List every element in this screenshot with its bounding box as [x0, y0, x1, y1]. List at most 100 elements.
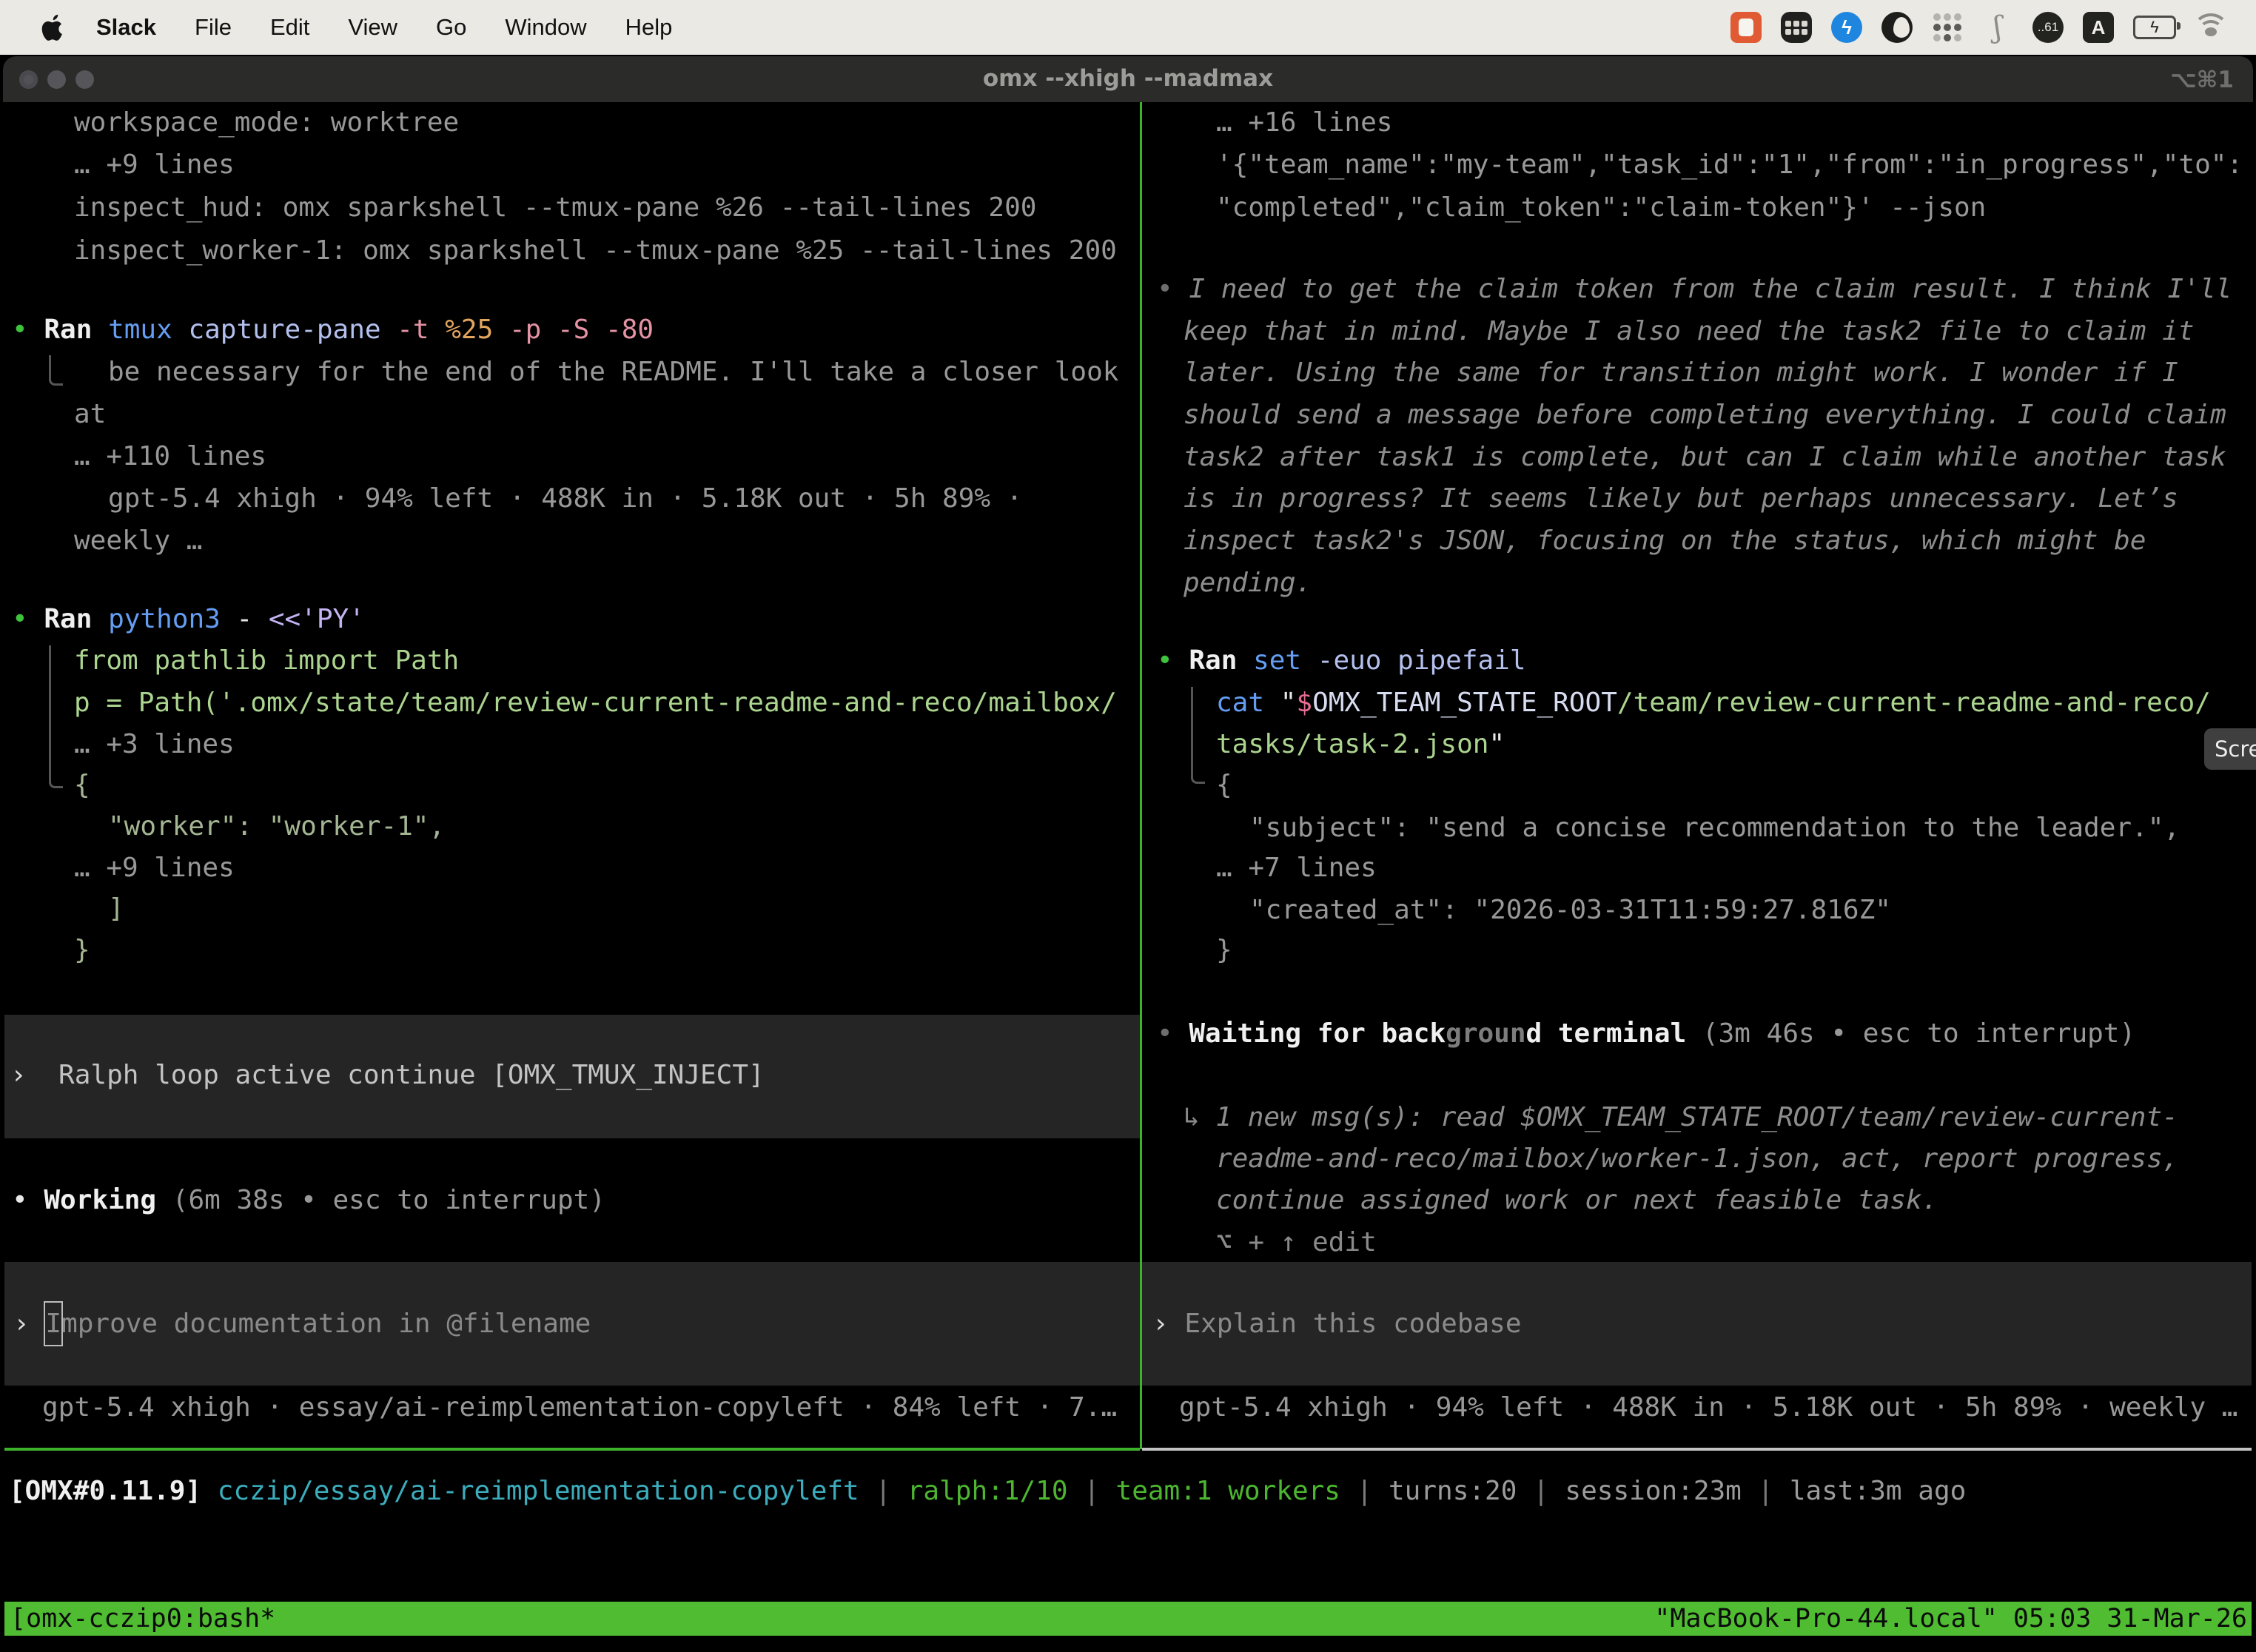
terminal-cursor: I [44, 1301, 63, 1346]
green-bullet-icon: • [12, 604, 28, 634]
left-cmd1-output: weekly … [74, 520, 202, 562]
right-cat-output: … +7 lines [1216, 847, 1377, 889]
tmux-host-clock: "MacBook-Pro-44.local" 05:03 31-Mar-26 [1654, 1602, 2247, 1636]
tmux-session-window[interactable]: [omx-cczip0:bash* [10, 1602, 275, 1636]
omx-version: [OMX#0.11.9] [9, 1476, 218, 1506]
left-pane-bottom-border [4, 1448, 1140, 1451]
left-cmd1-output: at [74, 393, 106, 435]
right-cat-output: "created_at": "2026-03-31T11:59:27.816Z" [1249, 889, 1891, 931]
right-cat-output: "subject": "send a concise recommendatio… [1249, 807, 2180, 849]
apple-menu-icon[interactable] [40, 13, 65, 42]
left-python-output: … +9 lines [74, 847, 235, 889]
left-python-more: … +3 lines [74, 723, 235, 765]
left-intro-line: workspace_mode: worktree [74, 101, 459, 144]
right-pane-bottom-border [1142, 1448, 2252, 1451]
window-title: omx --xhigh --madmax [3, 65, 2253, 92]
right-json-arg: '{"team_name":"my-team","task_id":"1","f… [1216, 144, 2243, 186]
left-ran-tmux-command: • Ran tmux capture-pane -t %25 -p -S -80 [12, 309, 654, 351]
right-mailbox-message: ↳ 1 new msg(s): read $OMX_TEAM_STATE_ROO… [1184, 1096, 2178, 1138]
active-app-name[interactable]: Slack [96, 14, 156, 41]
left-python-code: from pathlib import Path [74, 639, 459, 682]
right-thinking-line: is in progress? It seems likely but perh… [1184, 477, 2178, 520]
green-bullet-icon: • [12, 315, 28, 345]
right-ran-set-command: • Ran set -euo pipefail [1157, 639, 1526, 682]
left-python-output: } [74, 929, 90, 971]
omx-team-workers: team:1 workers [1116, 1476, 1340, 1506]
pane-divider[interactable] [1140, 102, 1142, 1449]
dots-grid-icon[interactable] [1932, 12, 1963, 43]
right-thinking-line: inspect task2's JSON, focusing on the st… [1184, 520, 2146, 562]
left-python-output: { [74, 764, 90, 806]
window-title-bar: omx --xhigh --madmax ⌥⌘1 [3, 56, 2253, 102]
right-edit-hint: ⌥ + ↑ edit [1216, 1221, 1377, 1263]
omx-status-line: [OMX#0.11.9] cczip/essay/ai-reimplementa… [9, 1470, 1966, 1512]
keyboard-shield-icon[interactable] [1781, 12, 1812, 43]
chevron-icon: › [1152, 1309, 1169, 1339]
left-intro-line: inspect_worker-1: omx sparkshell --tmux-… [74, 229, 1117, 272]
right-mailbox-message-cont: continue assigned work or next feasible … [1216, 1179, 1938, 1221]
left-python-code: p = Path('.omx/state/team/review-current… [74, 682, 1117, 724]
right-cat-output: { [1216, 764, 1232, 806]
right-thinking-line: pending. [1184, 562, 1312, 604]
output-connector [49, 645, 63, 788]
messenger-bolt-icon[interactable]: ϟ [1831, 12, 1862, 43]
output-connector [1191, 687, 1205, 784]
right-cat-command: cat "$OMX_TEAM_STATE_ROOT/team/review-cu… [1216, 682, 2211, 724]
right-cat-output: } [1216, 929, 1232, 971]
right-prompt-input[interactable]: › Explain this codebase [1152, 1303, 1522, 1345]
bullet-icon: • [1157, 274, 1173, 304]
left-ran-python-command: • Ran python3 - <<'PY' [12, 598, 365, 640]
right-pane-status: gpt-5.4 xhigh · 94% left · 488K in · 5.1… [1179, 1386, 2237, 1428]
badge-61-icon[interactable]: ..61 [2032, 12, 2064, 43]
right-cat-command-cont: tasks/task-2.json" [1216, 723, 1505, 765]
left-pane-status: gpt-5.4 xhigh · essay/ai-reimplementatio… [42, 1386, 1117, 1428]
right-thinking-line: later. Using the same for transition mig… [1184, 352, 2178, 394]
left-working-status: • Working (6m 38s • esc to interrupt) [12, 1179, 605, 1221]
menu-item-go[interactable]: Go [436, 14, 466, 41]
menu-item-help[interactable]: Help [625, 14, 673, 41]
right-prompt-band[interactable]: › Explain this codebase [1142, 1262, 2252, 1386]
right-thinking-line: task2 after task1 is complete, but can I… [1184, 436, 2226, 478]
bullet-icon: • [1157, 1018, 1173, 1049]
omx-ralph-counter: ralph:1/10 [907, 1476, 1068, 1506]
omx-turns: turns:20 [1389, 1476, 1517, 1506]
omx-session-time: session:23m [1565, 1476, 1741, 1506]
left-cmd1-output: gpt-5.4 xhigh · 94% left · 488K in · 5.1… [108, 477, 1022, 520]
left-prompt-band[interactable]: › Improve documentation in @filename [4, 1262, 1140, 1386]
menu-bar: Slack File Edit View Go Window Help ϟ ʃ … [0, 0, 2256, 55]
menu-item-view[interactable]: View [348, 14, 397, 41]
moon-icon[interactable] [1881, 12, 1913, 43]
output-connector [49, 355, 63, 386]
screen-tooltip: Scre [2204, 728, 2256, 770]
green-bullet-icon: • [1157, 645, 1173, 676]
menu-item-edit[interactable]: Edit [270, 14, 309, 41]
chevron-icon: › [13, 1309, 30, 1339]
menu-item-window[interactable]: Window [505, 14, 586, 41]
tmux-status-bar: [omx-cczip0:bash* "MacBook-Pro-44.local"… [4, 1602, 2252, 1636]
right-thinking-line: should send a message before completing … [1184, 394, 2226, 436]
left-python-output: "worker": "worker-1", [108, 805, 445, 847]
desktop-screen: Slack File Edit View Go Window Help ϟ ʃ … [0, 0, 2256, 1652]
battery-icon[interactable]: ϟ [2133, 16, 2176, 39]
left-python-output: ] [108, 887, 124, 930]
right-waiting-status: • Waiting for background terminal (3m 46… [1157, 1013, 2135, 1055]
left-prompt-input[interactable]: › Improve documentation in @filename [13, 1303, 591, 1345]
left-intro-line: inspect_hud: omx sparkshell --tmux-pane … [74, 187, 1036, 229]
squiggle-icon[interactable]: ʃ [1982, 12, 2013, 43]
right-json-arg: "completed","claim_token":"claim-token"}… [1216, 187, 1986, 229]
right-thinking-block: • I need to get the claim token from the… [1157, 268, 2232, 310]
omx-last-activity: last:3m ago [1790, 1476, 1966, 1506]
reply-arrow-icon: ↳ [1184, 1102, 1215, 1132]
wifi-icon[interactable] [2195, 12, 2226, 43]
left-intro-line: … +9 lines [74, 144, 235, 186]
right-mailbox-message-cont: readme-and-reco/mailbox/worker-1.json, a… [1216, 1138, 2178, 1180]
bullet-icon: • [12, 1185, 28, 1215]
chat-app-icon[interactable] [1730, 12, 1762, 43]
left-ralph-band: › Ralph loop active continue [OMX_TMUX_I… [4, 1015, 1140, 1138]
input-source-a-icon[interactable]: A [2083, 12, 2114, 43]
chevron-icon: › [10, 1060, 27, 1090]
ralph-loop-status: › Ralph loop active continue [OMX_TMUX_I… [10, 1054, 765, 1096]
right-more-lines: … +16 lines [1216, 101, 1392, 144]
omx-repo: cczip/essay/ai-reimplementation-copyleft [218, 1476, 859, 1506]
menu-item-file[interactable]: File [195, 14, 232, 41]
